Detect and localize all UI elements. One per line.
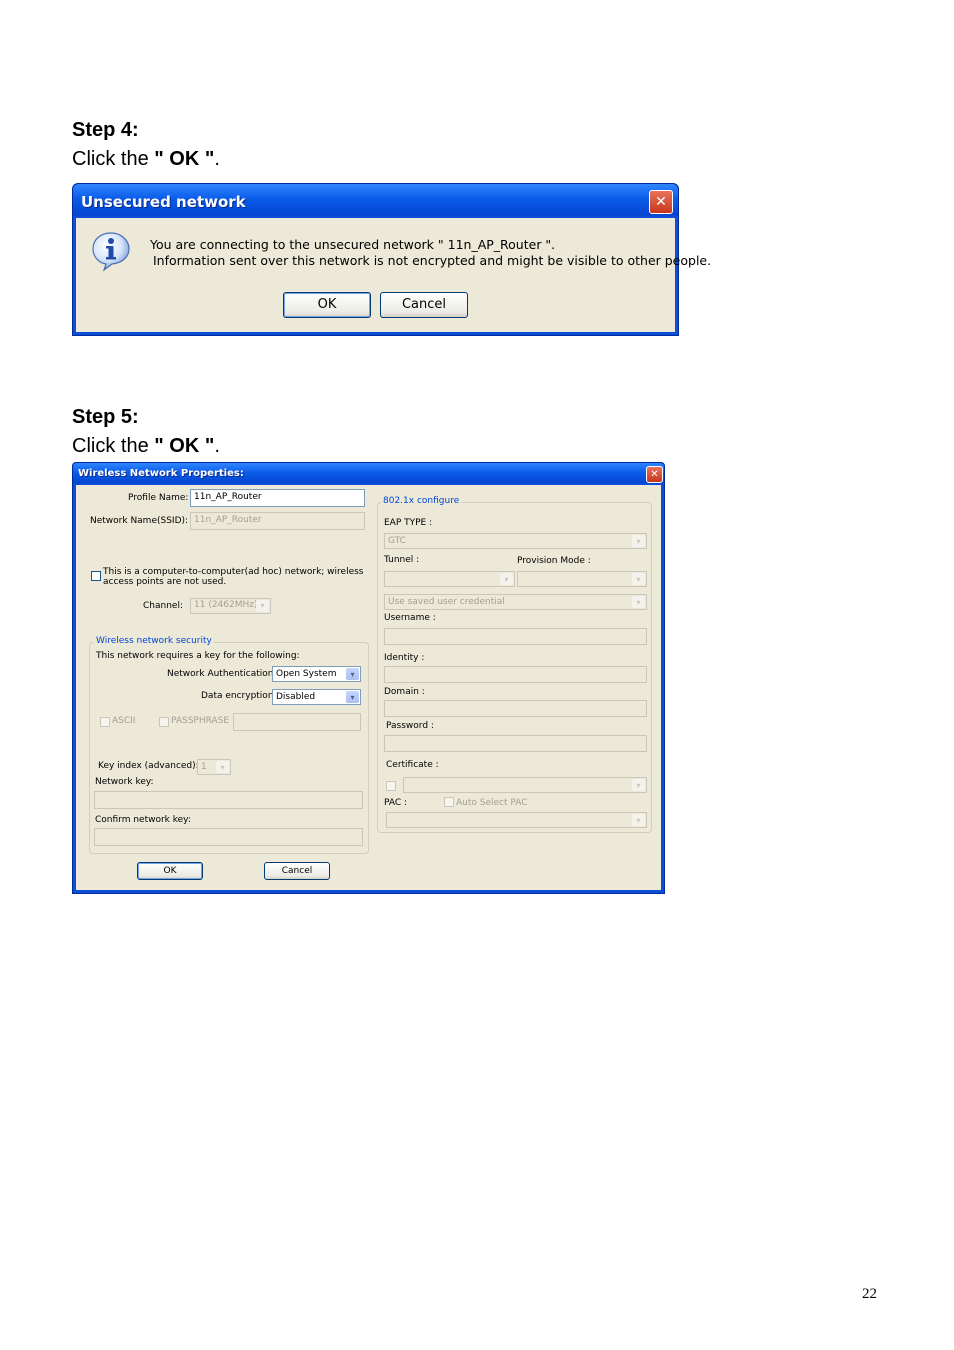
network-auth-label: Network Authentication: [167, 669, 277, 679]
dot1x-group-title: 802.1x configure [381, 496, 462, 506]
ssid-label: Network Name(SSID): [90, 516, 189, 526]
profile-name-label: Profile Name: [128, 493, 189, 503]
close-icon[interactable]: ✕ [646, 466, 663, 483]
provision-mode-label: Provision Mode : [517, 556, 591, 566]
dialog-message-line1: You are connecting to the unsecured netw… [150, 237, 556, 252]
dialog-title: Unsecured network [81, 193, 246, 211]
close-icon[interactable]: ✕ [649, 190, 673, 214]
step5-instruction-suffix: . [214, 435, 220, 457]
step5-instruction-prefix: Click the [72, 435, 155, 457]
pac-select: ▾ [386, 812, 647, 828]
eap-type-label: EAP TYPE : [384, 518, 433, 528]
dialog-title: Wireless Network Properties: [78, 468, 244, 479]
ok-button[interactable]: OK [283, 292, 371, 318]
certificate-checkbox [386, 781, 396, 791]
username-label: Username : [384, 613, 436, 623]
cancel-button[interactable]: Cancel [380, 292, 468, 318]
unsecured-network-dialog: Unsecured network ✕ You are connecting t… [72, 183, 711, 336]
ascii-checkbox [100, 717, 110, 727]
dialog-message-line2: Information sent over this network is no… [153, 253, 712, 268]
eap-type-value: GTC [388, 536, 406, 546]
step5-title: Step 5: [72, 406, 139, 428]
key-index-select: 1 ▾ [197, 759, 231, 775]
step4-title: Step 4: [72, 119, 139, 141]
adhoc-label-line2: access points are not used. [103, 577, 227, 587]
chevron-down-icon: ▾ [346, 668, 359, 680]
cancel-button[interactable]: Cancel [264, 862, 330, 880]
chevron-down-icon: ▾ [256, 600, 269, 612]
credential-select: Use saved user credential ▾ [384, 594, 647, 610]
ok-button[interactable]: OK [137, 862, 203, 880]
data-encryption-value: Disabled [276, 692, 316, 702]
wireless-security-group-title: Wireless network security [94, 636, 214, 646]
passphrase-input [233, 713, 361, 731]
adhoc-label-line1: This is a computer-to-computer(ad hoc) n… [103, 567, 364, 577]
step4-instruction: Click the " OK ". [72, 148, 220, 171]
dialog-titlebar: Unsecured network ✕ [73, 184, 678, 218]
key-index-label: Key index (advanced): [98, 761, 199, 771]
step4-instruction-prefix: Click the [72, 148, 155, 170]
pac-label: PAC : [384, 798, 408, 808]
confirm-key-input [94, 828, 363, 846]
auto-select-pac-label: Auto Select PAC [456, 798, 528, 808]
chevron-down-icon: ▾ [632, 779, 645, 791]
key-index-value: 1 [201, 762, 207, 772]
password-label: Password : [386, 721, 434, 731]
ascii-label: ASCII [112, 716, 136, 726]
password-input [384, 735, 647, 752]
step4-instruction-ok: " OK " [154, 148, 215, 170]
passphrase-label: PASSPHRASE [171, 716, 230, 726]
network-auth-select[interactable]: Open System ▾ [272, 666, 361, 682]
channel-value: 11 (2462MHz) [194, 600, 258, 610]
channel-label: Channel: [143, 601, 183, 611]
page-number: 22 [862, 1286, 877, 1302]
adhoc-checkbox[interactable] [91, 571, 101, 581]
chevron-down-icon: ▾ [632, 596, 645, 608]
credential-value: Use saved user credential [388, 597, 505, 607]
ssid-input: 11n_AP_Router [190, 512, 365, 530]
identity-input [384, 666, 647, 683]
tunnel-label: Tunnel : [384, 555, 420, 565]
channel-select: 11 (2462MHz) ▾ [190, 598, 271, 614]
username-input [384, 628, 647, 645]
chevron-down-icon: ▾ [346, 691, 359, 703]
network-key-label: Network key: [95, 777, 154, 787]
network-auth-value: Open System [276, 669, 337, 679]
data-encryption-select[interactable]: Disabled ▾ [272, 689, 361, 705]
certificate-label: Certificate : [386, 760, 439, 770]
passphrase-checkbox [159, 717, 169, 727]
certificate-select: ▾ [403, 777, 647, 793]
auto-select-pac-checkbox [444, 797, 454, 807]
chevron-down-icon: ▾ [500, 573, 513, 585]
domain-input [384, 700, 647, 717]
network-key-input [94, 791, 363, 809]
domain-label: Domain : [384, 687, 425, 697]
step5-instruction: Click the " OK ". [72, 435, 220, 458]
dialog-titlebar: Wireless Network Properties: ✕ [73, 463, 664, 485]
chevron-down-icon: ▾ [632, 535, 645, 547]
dialog-body: Profile Name: 11n_AP_Router Network Name… [76, 485, 661, 890]
profile-name-input[interactable]: 11n_AP_Router [190, 489, 365, 507]
tunnel-select: ▾ [384, 571, 515, 587]
security-intro: This network requires a key for the foll… [96, 651, 300, 661]
eap-type-select: GTC ▾ [384, 533, 647, 549]
step5-instruction-ok: " OK " [154, 435, 215, 457]
info-icon [92, 232, 130, 272]
identity-label: Identity : [384, 653, 425, 663]
confirm-key-label: Confirm network key: [95, 815, 191, 825]
chevron-down-icon: ▾ [216, 761, 229, 773]
chevron-down-icon: ▾ [632, 573, 645, 585]
step4-instruction-suffix: . [214, 148, 220, 170]
chevron-down-icon: ▾ [632, 814, 645, 826]
data-encryption-label: Data encryption: [201, 691, 277, 701]
provision-mode-select: ▾ [517, 571, 647, 587]
dialog-body: You are connecting to the unsecured netw… [76, 218, 711, 332]
wireless-network-properties-dialog: Wireless Network Properties: ✕ Profile N… [72, 462, 665, 894]
